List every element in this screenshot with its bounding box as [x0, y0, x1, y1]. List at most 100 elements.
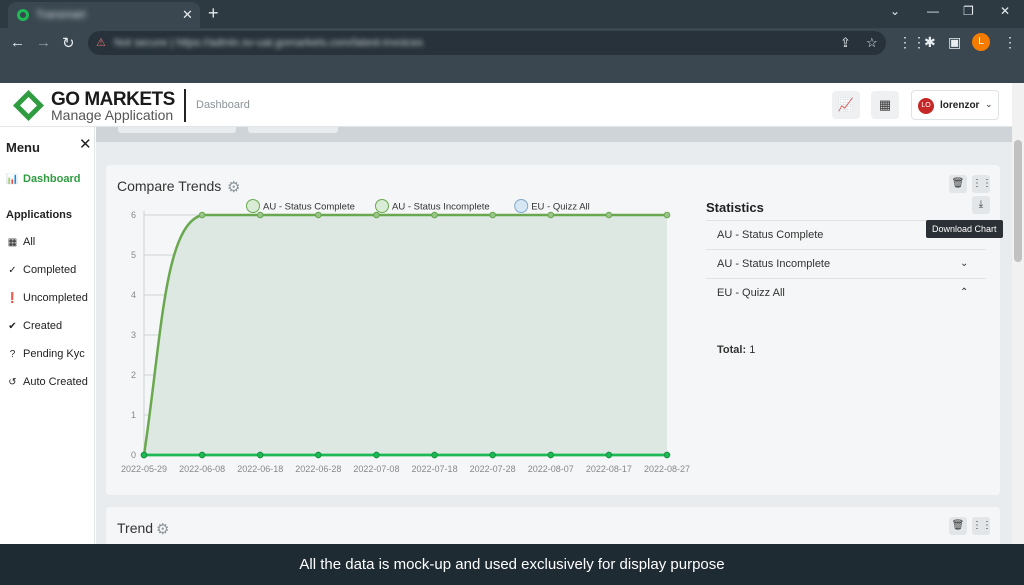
sidebar-item-all[interactable]: ▦ All [6, 236, 35, 248]
sidebar-item-pending-kyc[interactable]: ? Pending Kyc [6, 348, 85, 360]
data-point [663, 211, 671, 219]
sidepanel-icon[interactable]: ▣ [948, 34, 961, 51]
sidebar-item-completed[interactable]: ✓ Completed [6, 264, 76, 276]
bookmark-star-icon[interactable]: ☆ [866, 35, 878, 51]
brand-subtitle: Manage Application [51, 107, 174, 123]
total-count: Total: 1 [717, 344, 756, 356]
gear-icon[interactable]: ⚙ [227, 178, 240, 196]
data-point [198, 211, 206, 219]
y-tick-label: 4 [131, 290, 136, 300]
address-bar[interactable]: ⚠ Not secure | https://admin.sv-uat.goma… [88, 31, 886, 55]
gear-icon[interactable]: ⚙ [156, 520, 169, 538]
close-menu-icon[interactable]: ✕ [79, 135, 92, 153]
bookmark-bar [0, 58, 1024, 83]
data-point [663, 451, 671, 459]
question-icon: ? [9, 349, 16, 360]
y-tick-label: 6 [131, 210, 136, 220]
sidebar-item-auto-created[interactable]: ↺ Auto Created [6, 376, 88, 388]
chart-view-button[interactable]: 📈 [832, 91, 860, 119]
download-chart-tooltip: Download Chart [926, 220, 1003, 238]
share-icon[interactable]: ⇪ [840, 35, 851, 51]
data-point [605, 211, 613, 219]
x-tick-label: 2022-07-18 [412, 464, 458, 474]
forward-icon[interactable]: → [36, 34, 51, 51]
download-icon: ⤓ [978, 199, 984, 210]
page-scrollbar[interactable] [1012, 83, 1024, 544]
sidebar: Menu ✕ 📊 Dashboard Applications ▦ All ✓ Com… [0, 127, 95, 544]
tab-title: Transmart [36, 9, 86, 21]
drag-handle-button[interactable]: ⋮⋮ [972, 517, 992, 535]
check-icon: ✓ [8, 265, 17, 276]
legend-label: EU - Quizz All [531, 202, 590, 213]
x-tick-label: 2022-06-28 [295, 464, 341, 474]
x-tick-label: 2022-06-08 [179, 464, 225, 474]
main-content: Compare Trends ⚙ 🗑 ⋮⋮ ⤓ 0 1 2 3 4 5 6 2022-05-2… [96, 127, 1012, 544]
x-tick-label: 2022-08-17 [586, 464, 632, 474]
card-title: Trend [117, 520, 154, 536]
chart-icon: 📈 [837, 97, 855, 112]
x-tick-label: 2022-06-18 [237, 464, 283, 474]
delete-card-button[interactable]: 🗑 [949, 517, 967, 535]
x-tick-label: 2022-07-08 [353, 464, 399, 474]
browser-menu-icon[interactable]: ⋮ [1003, 34, 1017, 51]
data-point [140, 451, 148, 459]
data-point [373, 211, 380, 219]
video-caption: All the data is mock-up and used exclusi… [0, 544, 1024, 585]
data-point [373, 451, 380, 459]
browser-tab[interactable]: Transmart ✕ [8, 2, 200, 28]
scrollbar-thumb[interactable] [1014, 140, 1022, 262]
filter-strip [96, 127, 1012, 142]
profile-avatar[interactable]: L [972, 33, 990, 51]
trend-card: Trend ⚙ 🗑 ⋮⋮ [106, 507, 1000, 544]
stat-row-au-incomplete[interactable]: AU - Status Incomplete ⌄ [706, 249, 986, 278]
drag-handle-button[interactable]: ⋮⋮ [972, 175, 992, 193]
x-tick-label: 2022-05-29 [121, 464, 167, 474]
browser-chrome: Transmart ✕ + ⌄ — ❐ ✕ ← → ↻ ⚠ Not secure… [0, 0, 1024, 83]
statistics-title: Statistics [706, 200, 764, 215]
applications-section-title: Applications [6, 209, 73, 221]
tab-close-icon[interactable]: ✕ [182, 7, 193, 23]
avatar: LO [918, 98, 934, 114]
legend-swatch [246, 199, 260, 213]
apps-grid-icon[interactable]: ⋮⋮ [898, 34, 926, 51]
chevron-down-icon: ⌄ [985, 99, 993, 109]
stat-row-eu-quizz[interactable]: EU - Quizz All ⌃ [706, 278, 986, 307]
drag-handle-icon: ⋮⋮ [972, 520, 992, 531]
chevron-up-icon: ⌃ [960, 287, 969, 298]
compare-trends-chart: 0 1 2 3 4 5 6 2022-05-29 2022-06-08 2022-06-18 202… [121, 199, 690, 474]
data-point [315, 451, 322, 459]
tab-search-icon[interactable]: ⌄ [890, 4, 900, 18]
legend-label: AU - Status Incomplete [392, 202, 490, 213]
breadcrumb[interactable]: Dashboard [196, 99, 250, 111]
check-circle-icon: ✔ [8, 321, 17, 332]
legend-swatch [375, 199, 389, 213]
data-point [489, 451, 496, 459]
user-name: lorenzor [940, 100, 980, 111]
y-tick-label: 1 [131, 410, 136, 420]
table-view-button[interactable]: ▦ [871, 91, 899, 119]
filter-pill[interactable] [118, 127, 236, 133]
data-point [547, 451, 554, 459]
delete-card-button[interactable]: 🗑 [949, 175, 967, 193]
url-text: Not secure | https://admin.sv-uat.gomark… [114, 37, 424, 49]
download-chart-button[interactable]: ⤓ [972, 196, 990, 214]
x-tick-label: 2022-08-27 [644, 464, 690, 474]
card-title: Compare Trends [117, 178, 222, 194]
restore-icon[interactable]: ❐ [963, 4, 974, 18]
series-area [144, 215, 667, 455]
sidebar-item-dashboard[interactable]: 📊 Dashboard [6, 173, 80, 185]
minimize-icon[interactable]: — [927, 4, 939, 18]
data-point [198, 451, 206, 459]
extensions-icon[interactable]: ✱ [924, 34, 936, 51]
sidebar-item-created[interactable]: ✔ Created [6, 320, 62, 332]
filter-pill[interactable] [248, 127, 338, 133]
legend-label: AU - Status Complete [263, 202, 355, 213]
sidebar-item-uncompleted[interactable]: ❗ Uncompleted [6, 292, 88, 304]
reload-icon[interactable]: ↻ [62, 34, 75, 52]
new-tab-icon[interactable]: + [208, 3, 219, 24]
alert-icon: ❗ [6, 293, 19, 304]
back-icon[interactable]: ← [10, 34, 25, 51]
window-close-icon[interactable]: ✕ [1000, 4, 1010, 18]
x-tick-label: 2022-07-28 [470, 464, 516, 474]
user-menu[interactable]: LO lorenzor ⌄ [911, 90, 999, 120]
